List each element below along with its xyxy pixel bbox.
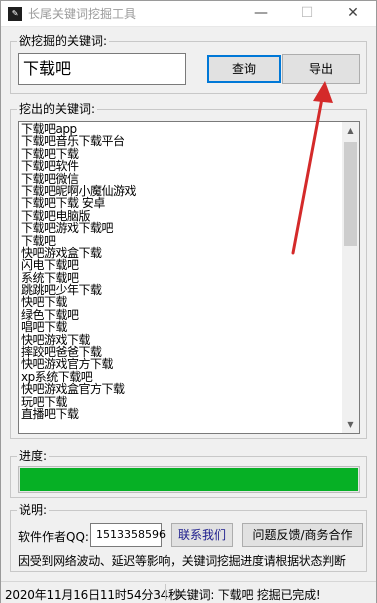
result-scrollbar[interactable]: ▲ ▼	[342, 122, 359, 433]
query-button[interactable]: 查询	[207, 55, 281, 83]
maximize-button[interactable]: ☐	[284, 1, 330, 27]
status-message: 关键词: 下载吧 挖掘已完成!	[175, 588, 321, 602]
result-list-item[interactable]: 快吧下载	[21, 296, 343, 309]
scroll-thumb[interactable]	[344, 142, 357, 246]
app-icon: ✎	[8, 7, 22, 21]
status-divider	[165, 584, 166, 601]
result-list-item[interactable]: 下载吧软件	[21, 160, 343, 173]
result-list-item[interactable]: 下载吧音乐下载平台	[21, 135, 343, 148]
result-list-item[interactable]: 唱吧下载	[21, 321, 343, 334]
note-group-label: 说明:	[17, 503, 50, 517]
status-datetime: 2020年11月16日11时54分34秒	[5, 588, 180, 602]
progress-bar	[18, 466, 360, 493]
keyword-group-label: 欲挖掘的关键词:	[17, 34, 110, 48]
close-button[interactable]: ✕	[330, 1, 376, 27]
result-group-label: 挖出的关键词:	[17, 102, 98, 116]
result-list-item[interactable]: 下载吧游戏下载吧	[21, 222, 343, 235]
scroll-down-icon[interactable]: ▼	[342, 416, 359, 433]
export-button[interactable]: 导出	[282, 54, 360, 84]
qq-field[interactable]: 1513358596	[90, 523, 166, 547]
result-list-item[interactable]: 绿色下载吧	[21, 308, 343, 321]
author-qq-label: 软件作者QQ:	[18, 530, 89, 544]
result-items: 下载吧app 下载吧音乐下载平台 下载吧下载 下载吧软件 下载吧微信 下载吧昵啊小魔仙游戏…	[21, 123, 343, 421]
keyword-group: 欲挖掘的关键词: 下载吧 查询 导出	[10, 34, 367, 94]
note-group: 说明: 软件作者QQ: 1513358596 联系我们 问题反馈/商务合作 因受…	[10, 503, 367, 572]
feedback-button[interactable]: 问题反馈/商务合作	[242, 523, 363, 547]
result-list-item[interactable]: 跳跳吧少年下载	[21, 284, 343, 297]
notice-text: 因受到网络波动、延迟等影响，关键词挖掘进度请根据状态判断	[18, 554, 346, 568]
app-window: ✎ 长尾关键词挖掘工具 — ☐ ✕ 欲挖掘的关键词: 下载吧 查询 导出 挖出的…	[0, 0, 377, 603]
status-bar: 2020年11月16日11时54分34秒 关键词: 下载吧 挖掘已完成!	[1, 581, 376, 603]
window-title: 长尾关键词挖掘工具	[28, 7, 137, 21]
result-list-item[interactable]: 快吧游戏官方下载	[21, 358, 343, 371]
scroll-up-icon[interactable]: ▲	[342, 122, 359, 139]
result-list-item[interactable]: 快吧游戏盒官方下载	[21, 383, 343, 396]
title-bar: ✎ 长尾关键词挖掘工具 — ☐ ✕	[1, 1, 376, 27]
progress-group: 进度:	[10, 449, 367, 498]
keyword-input[interactable]: 下载吧	[18, 53, 186, 85]
progress-fill	[20, 468, 358, 491]
result-list[interactable]: 下载吧app 下载吧音乐下载平台 下载吧下载 下载吧软件 下载吧微信 下载吧昵啊小魔仙游戏…	[18, 121, 360, 434]
progress-group-label: 进度:	[17, 449, 50, 463]
result-list-item[interactable]: 直播吧下载	[21, 408, 343, 421]
minimize-button[interactable]: —	[238, 1, 284, 27]
contact-us-button[interactable]: 联系我们	[171, 523, 233, 547]
result-group: 挖出的关键词: 下载吧app 下载吧音乐下载平台 下载吧下载 下载吧软件 下载吧微信 下载…	[10, 102, 367, 439]
result-list-item[interactable]: 闪电下载吧	[21, 259, 343, 272]
result-list-item[interactable]: 下载吧下载 安卓	[21, 197, 343, 210]
